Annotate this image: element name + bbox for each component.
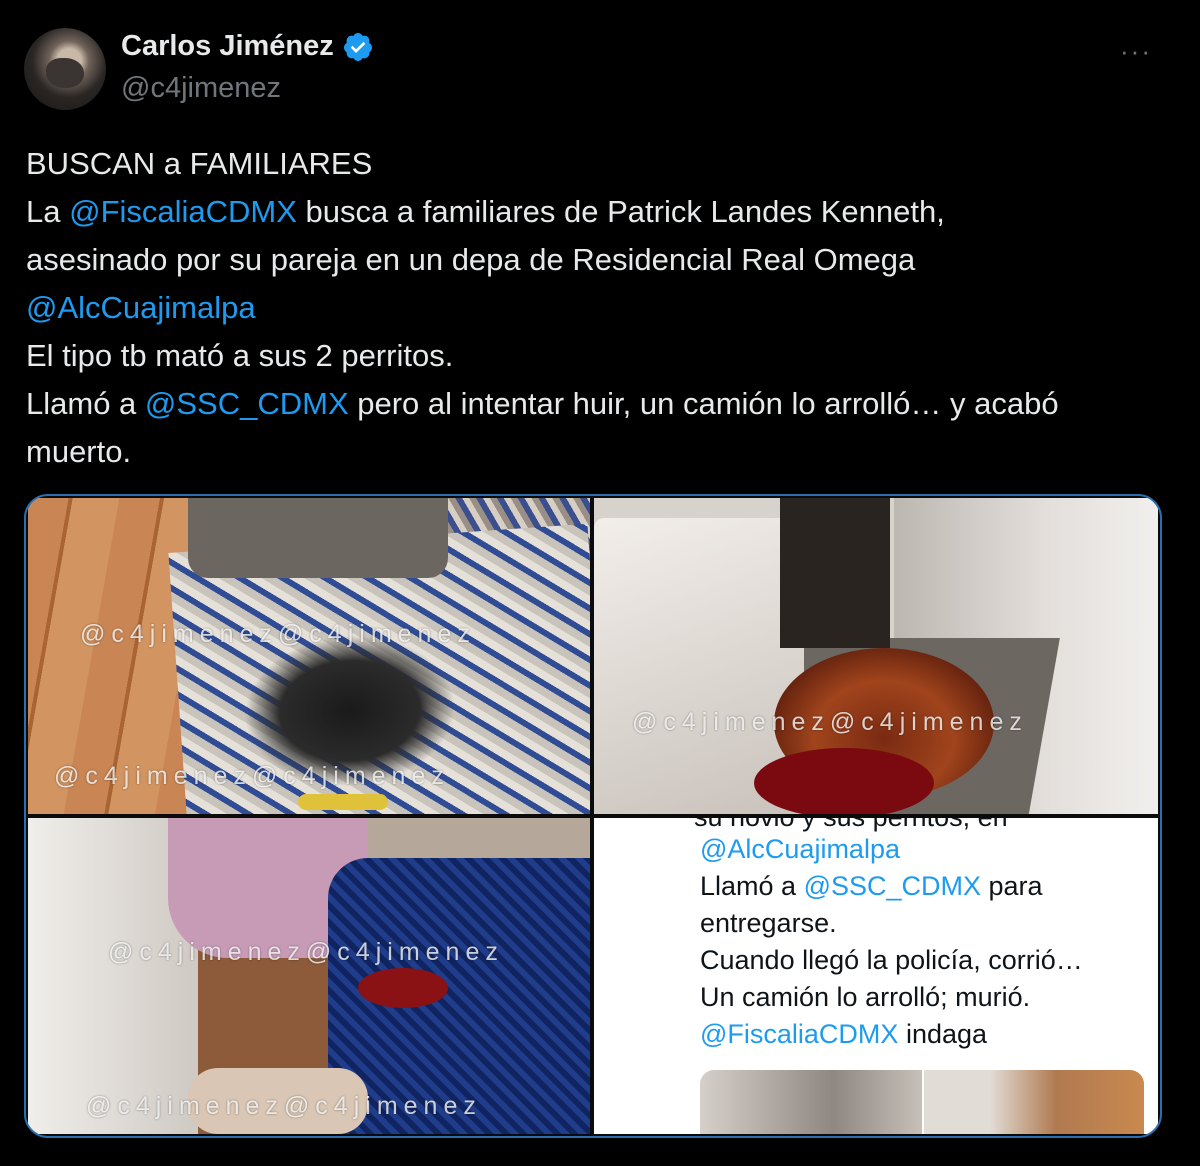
- watermark: @c4jimenez@c4jimenez: [108, 938, 504, 966]
- tweet-text-segment: Llamó a: [26, 386, 145, 421]
- author-name[interactable]: Carlos Jiménez: [121, 30, 334, 63]
- verified-badge-icon: [343, 32, 372, 61]
- quoted-mention: @AlcCuajimalpa: [700, 834, 900, 864]
- tweet-line: El tipo tb mató a sus 2 perritos.: [26, 332, 1166, 380]
- tweet-text-segment: El tipo tb mató a sus 2 perritos.: [26, 338, 454, 373]
- mention-link[interactable]: @SSC_CDMX: [145, 386, 349, 421]
- quoted-line: @FiscaliaCDMX indaga: [700, 1019, 987, 1050]
- photo-3[interactable]: @c4jimenez@c4jimenez @c4jimenez@c4jimene…: [28, 818, 590, 1134]
- more-options-icon[interactable]: ···: [1120, 36, 1152, 67]
- tweet-text-segment: asesinado por su pareja en un depa de Re…: [26, 242, 916, 277]
- quoted-mention: @FiscaliaCDMX: [700, 1019, 899, 1049]
- tweet-line: muerto.: [26, 428, 1166, 476]
- quoted-line: Llamó a @SSC_CDMX para: [700, 871, 1043, 902]
- tweet-line: BUSCAN a FAMILIARES: [26, 140, 1166, 188]
- watermark: @c4jimenez@c4jimenez: [632, 708, 1028, 736]
- quoted-text-segment: indaga: [898, 1019, 988, 1049]
- watermark: @c4jimenez@c4jimenez: [86, 1092, 482, 1120]
- tweet-text-segment: La: [26, 194, 70, 229]
- tweet-line: @AlcCuajimalpa: [26, 284, 1166, 332]
- quoted-text-segment: Un camión lo arrolló; murió.: [700, 982, 1031, 1012]
- mention-link[interactable]: @FiscaliaCDMX: [69, 194, 297, 229]
- tweet-text-segment: busca a familiares de Patrick Landes Ken…: [296, 194, 945, 229]
- quoted-mention: @SSC_CDMX: [803, 871, 982, 901]
- mention-link[interactable]: @AlcCuajimalpa: [26, 290, 256, 325]
- quoted-line: @AlcCuajimalpa: [700, 834, 900, 865]
- tweet-text: BUSCAN a FAMILIARES La @FiscaliaCDMX busc…: [26, 140, 1166, 476]
- watermark: @c4jimenez@c4jimenez: [80, 620, 476, 648]
- tweet-line: La @FiscaliaCDMX busca a familiares de P…: [26, 188, 1166, 236]
- photo-2[interactable]: @c4jimenez@c4jimenez: [594, 498, 1158, 814]
- tweet-text-segment: BUSCAN a FAMILIARES: [26, 146, 373, 181]
- avatar[interactable]: [24, 28, 106, 110]
- photo-1[interactable]: @c4jimenez@c4jimenez @c4jimenez@c4jimene…: [28, 498, 590, 814]
- quoted-text-segment: Llamó a: [700, 871, 804, 901]
- author-handle[interactable]: @c4jimenez: [121, 72, 281, 105]
- tweet-text-segment: muerto.: [26, 434, 132, 469]
- quoted-line: entregarse.: [700, 908, 837, 939]
- quoted-line: Cuando llegó la policía, corrió…: [700, 945, 1083, 976]
- quoted-text-segment: para: [981, 871, 1043, 901]
- quoted-cut-line: su novio y sus perritos, en: [694, 818, 1008, 833]
- tweet-line: asesinado por su pareja en un depa de Re…: [26, 236, 1166, 284]
- tweet-line: Llamó a @SSC_CDMX pero al intentar huir,…: [26, 380, 1166, 428]
- photo-4-quoted-tweet-screenshot[interactable]: su novio y sus perritos, en @AlcCuajimal…: [594, 818, 1158, 1134]
- quoted-text-segment: entregarse.: [700, 908, 837, 938]
- watermark: @c4jimenez@c4jimenez: [54, 762, 450, 790]
- media-grid: @c4jimenez@c4jimenez @c4jimenez@c4jimene…: [24, 494, 1162, 1138]
- quoted-thumbnail: [700, 1070, 922, 1134]
- quoted-line: Un camión lo arrolló; murió.: [700, 982, 1030, 1013]
- quoted-thumbnail: [924, 1070, 1144, 1134]
- tweet-text-segment: pero al intentar huir, un camión lo arro…: [348, 386, 1059, 421]
- quoted-text-segment: Cuando llegó la policía, corrió…: [700, 945, 1083, 975]
